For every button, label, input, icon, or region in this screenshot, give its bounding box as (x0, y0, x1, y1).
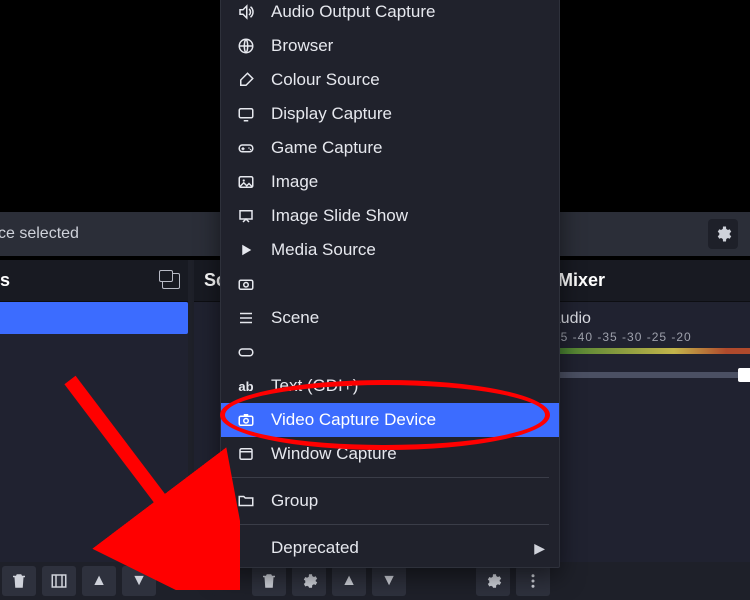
menu-item-label: Colour Source (271, 70, 380, 90)
gear-icon (484, 572, 502, 590)
move-up-button[interactable]: ▲ (82, 566, 116, 596)
source-down-button[interactable]: ▼ (372, 566, 406, 596)
menu-item-audio-output-capture[interactable]: Audio Output Capture (221, 0, 559, 29)
trash-button[interactable] (2, 566, 36, 596)
menu-item-label: Audio Output Capture (271, 2, 435, 22)
play-icon (235, 241, 257, 259)
menu-item-gamepad2[interactable] (221, 335, 559, 369)
menu-separator (231, 477, 549, 478)
mixer-gear-button[interactable] (476, 566, 510, 596)
slideshow-icon (235, 207, 257, 225)
columns-icon (50, 572, 68, 590)
menu-item-window-capture[interactable]: Window Capture (221, 437, 559, 471)
menu-item-group[interactable]: Group (221, 484, 559, 518)
chevron-down-icon: ▼ (131, 572, 147, 590)
menu-item-scene[interactable]: Scene (221, 301, 559, 335)
camera-icon (235, 275, 257, 293)
add-source-button[interactable] (212, 566, 246, 596)
menu-item-label: Browser (271, 36, 333, 56)
menu-item-display-capture[interactable]: Display Capture (221, 97, 559, 131)
text-icon: ab (235, 379, 257, 394)
status-text: ce selected (0, 225, 79, 243)
menu-item-label: Scene (271, 308, 319, 328)
monitor-icon (235, 105, 257, 123)
filters-button[interactable] (42, 566, 76, 596)
scene-list-item-selected[interactable] (0, 302, 188, 334)
camera-icon (235, 411, 257, 429)
menu-separator (231, 524, 549, 525)
mixer-panel-body: Audio -45 -40 -35 -30 -25 -20 (548, 302, 750, 564)
gear-icon (300, 572, 318, 590)
menu-item-colour-source[interactable]: Colour Source (221, 63, 559, 97)
chevron-up-icon: ▲ (91, 572, 107, 590)
window-icon (235, 445, 257, 463)
image-icon (235, 173, 257, 191)
source-properties-button[interactable] (292, 566, 326, 596)
brush-icon (235, 71, 257, 89)
volume-slider[interactable] (548, 372, 750, 378)
submenu-arrow-icon: ▶ (534, 540, 545, 557)
scenes-panel-body (0, 302, 188, 564)
menu-item-text-gdi[interactable]: ab Text (GDI+) (221, 369, 559, 403)
gear-icon (714, 225, 732, 243)
menu-item-game-capture[interactable]: Game Capture (221, 131, 559, 165)
undock-icon[interactable] (162, 273, 180, 289)
menu-item-image-slide-show[interactable]: Image Slide Show (221, 199, 559, 233)
menu-item-camera-small[interactable] (221, 267, 559, 301)
remove-source-button[interactable] (252, 566, 286, 596)
gamepad-icon (235, 343, 257, 361)
menu-item-label: Video Capture Device (271, 410, 436, 430)
menu-item-label: Game Capture (271, 138, 383, 158)
move-down-button[interactable]: ▼ (122, 566, 156, 596)
menu-item-video-capture-device[interactable]: Video Capture Device (221, 403, 559, 437)
more-vertical-icon (524, 572, 542, 590)
chevron-down-icon: ▼ (381, 572, 397, 590)
settings-button[interactable] (708, 219, 738, 249)
folder-icon (235, 492, 257, 510)
globe-icon (235, 37, 257, 55)
menu-item-label: Window Capture (271, 444, 397, 464)
mixer-more-button[interactable] (516, 566, 550, 596)
scenes-panel-header: s (0, 260, 188, 302)
menu-item-deprecated[interactable]: Deprecated ▶ (221, 531, 559, 565)
mixer-panel-header: Mixer (548, 260, 750, 302)
source-up-button[interactable]: ▲ (332, 566, 366, 596)
menu-item-label: Group (271, 491, 318, 511)
menu-item-label: Media Source (271, 240, 376, 260)
trash-icon (10, 572, 28, 590)
menu-item-label: Deprecated (271, 538, 359, 558)
trash-icon (260, 572, 278, 590)
chevron-up-icon: ▲ (341, 572, 357, 590)
vu-meter (548, 348, 750, 354)
menu-item-image[interactable]: Image (221, 165, 559, 199)
add-source-context-menu: Audio Output Capture Browser Colour Sour… (220, 0, 560, 568)
mixer-panel-title: Mixer (558, 270, 605, 291)
menu-item-label: Image (271, 172, 318, 192)
menu-item-label: Display Capture (271, 104, 392, 124)
volume-slider-knob[interactable] (738, 368, 750, 382)
plus-icon (220, 572, 238, 590)
mixer-channel-label: Audio (548, 302, 750, 328)
speaker-icon (235, 3, 257, 21)
list-icon (235, 309, 257, 327)
scenes-panel-title: s (0, 270, 10, 291)
menu-item-label: Image Slide Show (271, 206, 408, 226)
menu-item-label: Text (GDI+) (271, 376, 358, 396)
menu-item-media-source[interactable]: Media Source (221, 233, 559, 267)
mixer-db-ticks: -45 -40 -35 -30 -25 -20 (548, 328, 750, 344)
menu-item-browser[interactable]: Browser (221, 29, 559, 63)
gamepad-icon (235, 139, 257, 157)
